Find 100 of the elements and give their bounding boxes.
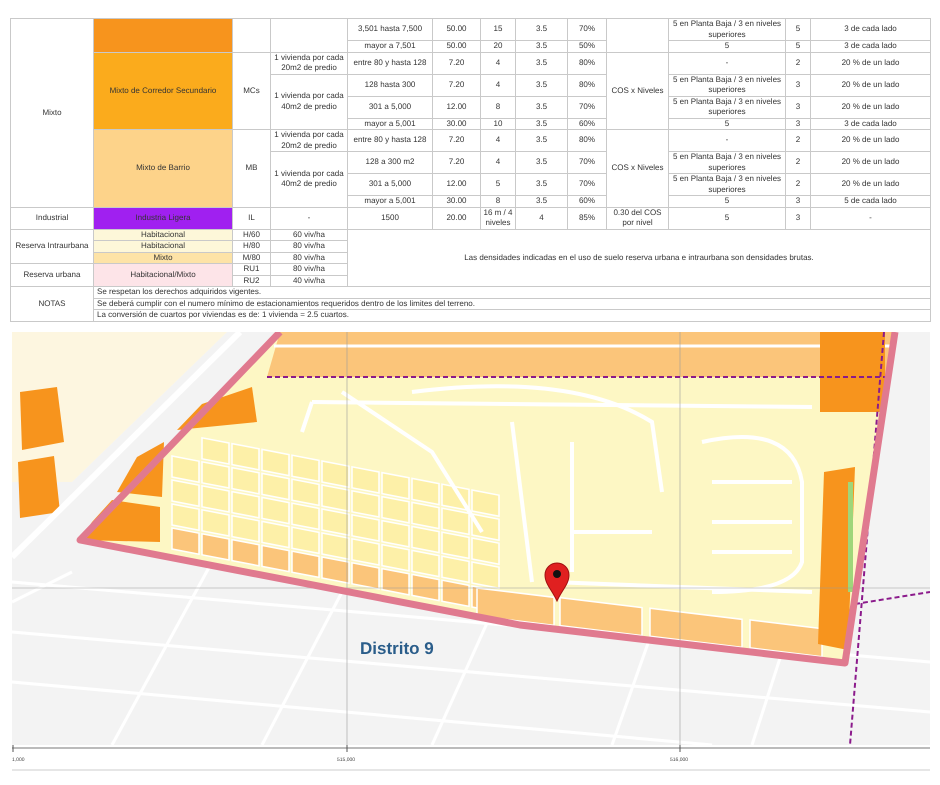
table-cell: H/80 xyxy=(232,240,270,252)
table-cell: 5 en Planta Baja / 3 en niveles superiores xyxy=(668,96,786,118)
table-cell: 5 xyxy=(668,196,786,207)
table-cell: entre 80 y hasta 128 xyxy=(348,130,432,152)
table-cell: 3 xyxy=(786,196,810,207)
table-cell: mayor a 5,001 xyxy=(348,118,432,130)
table-cell: 80 viv/ha xyxy=(270,252,348,264)
table-cell: 40 viv/ha xyxy=(270,275,348,286)
table-cell: 8 xyxy=(480,196,516,207)
table-cell: 80 viv/ha xyxy=(270,240,348,252)
table-cell: 3.5 xyxy=(516,174,568,196)
table-cell: Industrial xyxy=(10,207,94,229)
table-cell: 60% xyxy=(568,196,606,207)
table-cell: 70% xyxy=(568,18,606,40)
table-cell: COS x Niveles xyxy=(606,52,668,130)
table-cell: 12.00 xyxy=(432,174,480,196)
table-cell: - xyxy=(810,207,930,229)
table-cell: 1 vivienda por cada 20m2 de predio xyxy=(270,130,348,152)
table-cell: 7.20 xyxy=(432,74,480,96)
table-cell: NOTAS xyxy=(10,286,94,321)
table-cell: 50% xyxy=(568,40,606,52)
table-cell: Se respetan los derechos adquiridos vigentes. xyxy=(94,286,930,298)
table-cell: Las densidades indicadas en el uso de suelo reserva urbana e intraurbana son densidades brutas. xyxy=(348,229,930,286)
table-cell: 3 xyxy=(786,118,810,130)
table-cell: 20 % de un lado xyxy=(810,52,930,74)
table-cell: 5 xyxy=(786,40,810,52)
table-cell: 3 de cada lado xyxy=(810,18,930,40)
table-cell: 1500 xyxy=(348,207,432,229)
axis-tick xyxy=(346,744,348,752)
table-cell: 30.00 xyxy=(432,196,480,207)
table-cell: 7.20 xyxy=(432,130,480,152)
table-cell: 0.30 del COS por nivel xyxy=(606,207,668,229)
zone-color-cell: Habitacional xyxy=(94,240,232,252)
table-cell: 2 xyxy=(786,152,810,174)
table-cell: 3 xyxy=(786,207,810,229)
table-cell: 3,501 hasta 7,500 xyxy=(348,18,432,40)
table-cell: 5 de cada lado xyxy=(810,196,930,207)
table-cell: Mixto xyxy=(10,18,94,207)
table-cell: 3.5 xyxy=(516,18,568,40)
table-cell: 1 vivienda por cada 40m2 de predio xyxy=(270,74,348,130)
table-cell: 3 de cada lado xyxy=(810,40,930,52)
table-cell: 50.00 xyxy=(432,40,480,52)
table-cell: 5 en Planta Baja / 3 en niveles superiores xyxy=(668,18,786,40)
table-cell: 20.00 xyxy=(432,207,480,229)
table-cell: 80% xyxy=(568,130,606,152)
table-cell: 5 xyxy=(668,40,786,52)
table-cell: 5 en Planta Baja / 3 en niveles superiores xyxy=(668,74,786,96)
table-cell: 20 % de un lado xyxy=(810,152,930,174)
zone-color-cell: Mixto xyxy=(94,252,232,264)
table-cell: 3.5 xyxy=(516,74,568,96)
table-cell: 4 xyxy=(516,207,568,229)
table-cell: 16 m / 4 niveles xyxy=(480,207,516,229)
table-cell: 85% xyxy=(568,207,606,229)
table-cell: - xyxy=(668,130,786,152)
table-cell: 5 xyxy=(668,207,786,229)
table-cell: 60 viv/ha xyxy=(270,229,348,240)
district-label: Distrito 9 xyxy=(360,638,434,658)
table-cell: RU1 xyxy=(232,264,270,275)
table-cell: 2 xyxy=(786,52,810,74)
table-cell: 8 xyxy=(480,96,516,118)
table-cell: 60% xyxy=(568,118,606,130)
table-cell: 12.00 xyxy=(432,96,480,118)
table-cell: 7.20 xyxy=(432,52,480,74)
table-cell: 2 xyxy=(786,174,810,196)
location-pin-icon xyxy=(544,562,570,601)
table-cell: La conversión de cuartos por viviendas es de: 1 vivienda = 2.5 cuartos. xyxy=(94,310,930,321)
table-cell: 3.5 xyxy=(516,96,568,118)
table-cell: 15 xyxy=(480,18,516,40)
table-cell: H/60 xyxy=(232,229,270,240)
table-cell: 80 viv/ha xyxy=(270,264,348,275)
table-cell: MCs xyxy=(232,52,270,130)
zone-color-cell: Industria Ligera xyxy=(94,207,232,229)
table-cell: 4 xyxy=(480,152,516,174)
zone-color-cell: Mixto de Barrio xyxy=(94,130,232,207)
table-cell: 3 xyxy=(786,96,810,118)
table-cell: IL xyxy=(232,207,270,229)
table-cell: 128 a 300 m2 xyxy=(348,152,432,174)
table-cell: 50.00 xyxy=(432,18,480,40)
table-cell: entre 80 y hasta 128 xyxy=(348,52,432,74)
table-cell: 20 % de un lado xyxy=(810,130,930,152)
table-cell: 7.20 xyxy=(432,152,480,174)
table-cell: Reserva urbana xyxy=(10,264,94,286)
table-cell: mayor a 7,501 xyxy=(348,40,432,52)
table-cell: COS x Niveles xyxy=(606,130,668,207)
table-cell: 5 en Planta Baja / 3 en niveles superiores xyxy=(668,152,786,174)
table-cell: 1 vivienda por cada 40m2 de predio xyxy=(270,152,348,207)
table-cell: 5 xyxy=(668,118,786,130)
table-cell: 5 en Planta Baja / 3 en niveles superiores xyxy=(668,174,786,196)
table-cell: 20 % de un lado xyxy=(810,74,930,96)
table-cell: 4 xyxy=(480,74,516,96)
zone-color-cell: Habitacional/Mixto xyxy=(94,264,232,286)
table-cell: - xyxy=(270,207,348,229)
table-cell: 5 xyxy=(786,18,810,40)
table-cell: 80% xyxy=(568,52,606,74)
table-cell: 301 a 5,000 xyxy=(348,174,432,196)
table-cell: 4 xyxy=(480,52,516,74)
table-cell: 10 xyxy=(480,118,516,130)
table-cell: 5 xyxy=(480,174,516,196)
table-cell: RU2 xyxy=(232,275,270,286)
table-cell: 3.5 xyxy=(516,196,568,207)
